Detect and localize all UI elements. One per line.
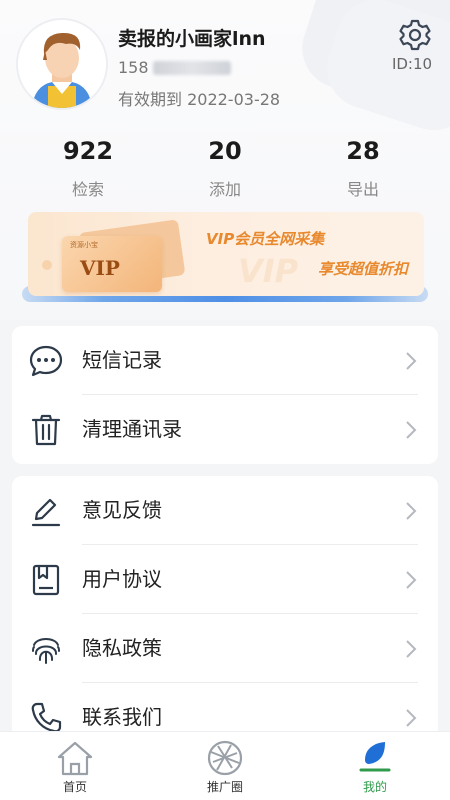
menu-item-label: 短信记录 [82, 348, 162, 372]
gear-icon [399, 19, 431, 51]
chevron-right-icon [406, 352, 417, 370]
menu-item-user-agreement[interactable]: 用户协议 [12, 545, 438, 614]
phone-prefix: 158 [118, 58, 149, 77]
chevron-right-icon [406, 571, 417, 589]
ticket-vip-text: VIP [80, 256, 120, 280]
vip-banner[interactable]: VIP 资源小宝 VIP VIP会员全网采集 享受超值折扣 [22, 212, 428, 304]
agreement-icon [32, 564, 60, 596]
menu-item-label: 意见反馈 [82, 498, 162, 522]
chevron-right-icon [406, 640, 417, 658]
menu-item-clear-contacts[interactable]: 清理通讯录 [12, 395, 438, 464]
aperture-icon [207, 740, 243, 776]
stat-value: 922 [62, 137, 114, 165]
menu-item-feedback[interactable]: 意见反馈 [12, 476, 438, 545]
settings-button[interactable] [398, 18, 432, 52]
profile-icon [359, 742, 391, 772]
home-icon [57, 741, 93, 776]
stat-search[interactable]: 922 检索 [33, 134, 143, 200]
vip-subline: 享受超值折扣 [318, 260, 409, 278]
menu-card-info: 意见反馈 用户协议 隐私政策 联系我们 [12, 476, 438, 746]
trash-icon [31, 414, 61, 446]
membership-expiry: 有效期到 2022-03-28 [118, 90, 281, 109]
menu-item-label: 用户协议 [82, 567, 162, 591]
fingerprint-icon [32, 638, 60, 664]
menu-item-privacy-policy[interactable]: 隐私政策 [12, 614, 438, 683]
phone-icon [31, 702, 62, 733]
chevron-right-icon [406, 421, 417, 439]
stat-label: 检索 [71, 180, 104, 199]
tab-home[interactable]: 首页 [25, 732, 125, 800]
username: 卖报的小画家lnn [118, 28, 266, 50]
menu-item-label: 清理通讯录 [82, 417, 182, 441]
phone-number: 158 [118, 58, 231, 77]
chevron-right-icon [406, 709, 417, 727]
tab-label: 推广圈 [206, 780, 243, 794]
message-icon [29, 345, 63, 377]
menu-item-label: 隐私政策 [82, 636, 162, 660]
phone-masked-digits [152, 60, 231, 75]
stat-added[interactable]: 20 添加 [170, 134, 280, 200]
tab-promotion-circle[interactable]: 推广圈 [175, 732, 275, 800]
menu-item-sms-records[interactable]: 短信记录 [12, 326, 438, 395]
tab-mine[interactable]: 我的 [325, 732, 425, 800]
stats-row: 922 检索 20 添加 28 导出 [0, 134, 450, 204]
decor-bubble [42, 260, 52, 270]
vip-ticket-icon: 资源小宝 VIP [62, 219, 186, 292]
tab-label: 我的 [362, 780, 387, 794]
stat-label: 导出 [346, 180, 379, 199]
stat-label: 添加 [208, 180, 241, 199]
user-id: ID:10 [391, 55, 433, 73]
avatar-illustration-icon [18, 20, 106, 108]
stat-value: 28 [346, 137, 380, 165]
bottom-tab-bar: 首页 推广圈 我的 [0, 732, 450, 800]
stat-value: 20 [208, 137, 242, 165]
edit-icon [31, 498, 61, 527]
avatar[interactable] [18, 20, 106, 108]
tab-label: 首页 [62, 780, 87, 794]
vip-card: VIP 资源小宝 VIP VIP会员全网采集 享受超值折扣 [28, 212, 424, 296]
vip-watermark: VIP [238, 252, 299, 290]
chevron-right-icon [406, 502, 417, 520]
vip-headline: VIP会员全网采集 [206, 230, 325, 248]
menu-card-records: 短信记录 清理通讯录 [12, 326, 438, 464]
stat-exported[interactable]: 28 导出 [308, 134, 418, 200]
ticket-small-text: 资源小宝 [70, 241, 98, 249]
